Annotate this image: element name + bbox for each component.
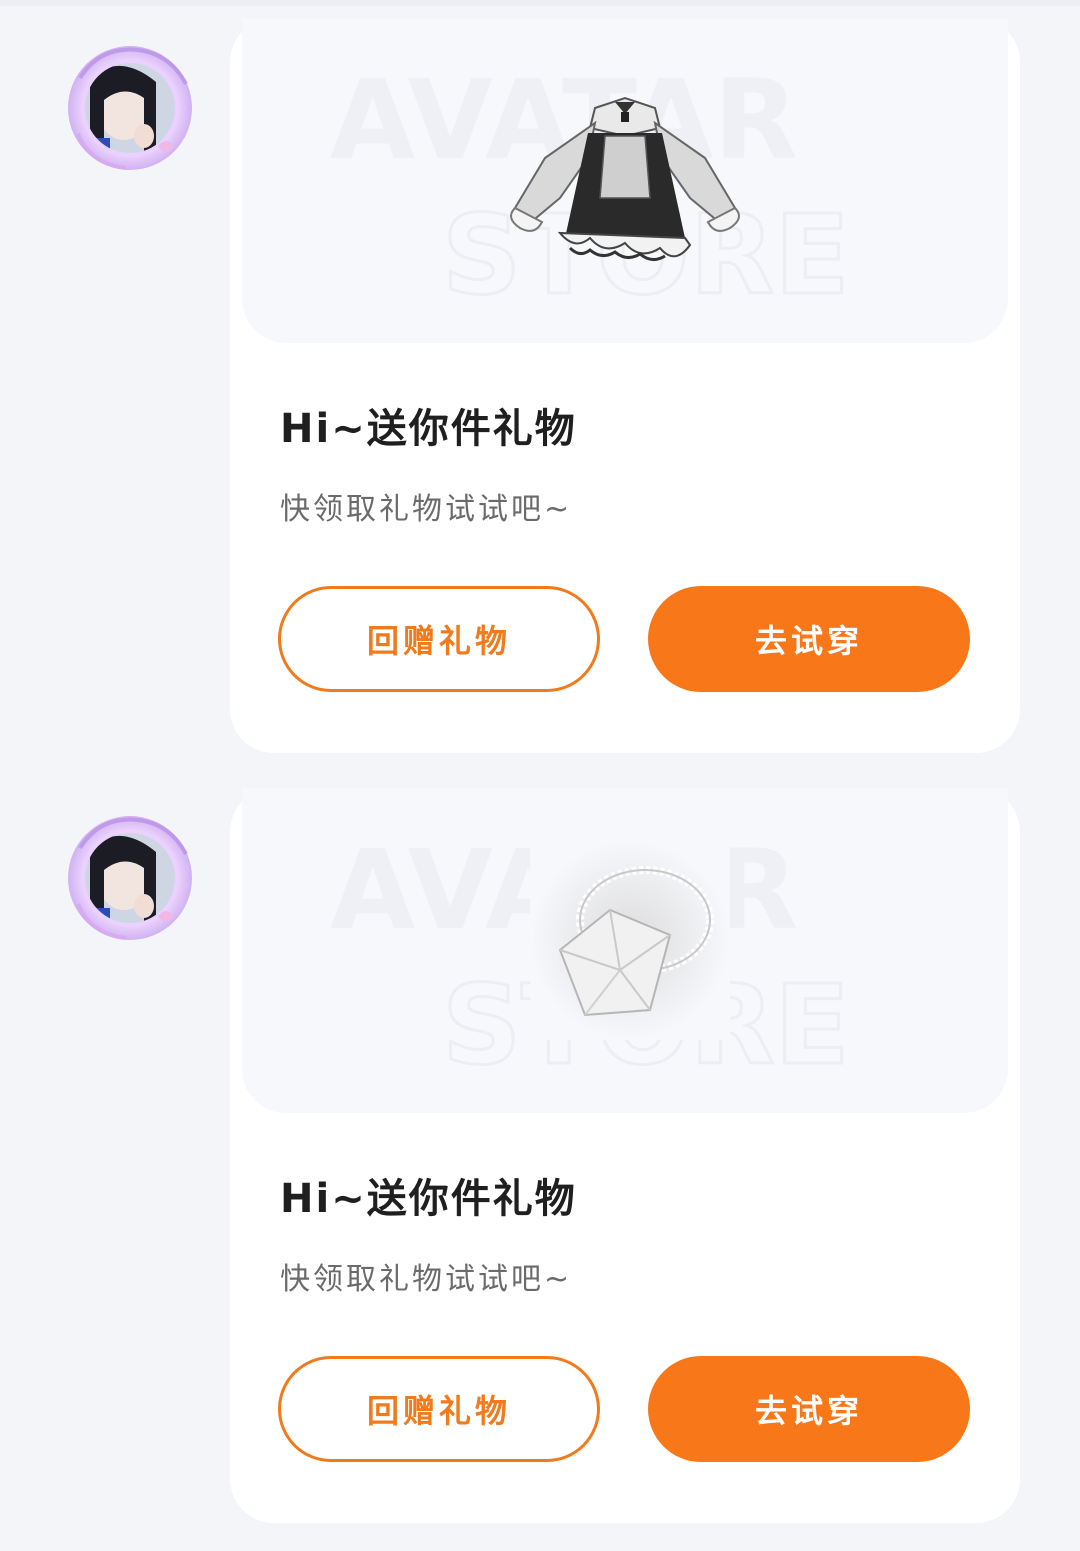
try-on-button[interactable]: 去试穿 <box>648 586 970 692</box>
item-preview: AVATAR STORE <box>242 788 1008 1113</box>
gift-title: Hi~送你件礼物 <box>280 406 577 452</box>
gift-back-button[interactable]: 回赠礼物 <box>278 586 600 692</box>
gift-back-button[interactable]: 回赠礼物 <box>278 1356 600 1462</box>
item-preview: AVATAR STORE <box>242 18 1008 343</box>
user-avatar-icon[interactable] <box>60 808 200 948</box>
try-on-button[interactable]: 去试穿 <box>648 1356 970 1462</box>
gift-title: Hi~送你件礼物 <box>280 1176 577 1222</box>
user-avatar-icon[interactable] <box>60 38 200 178</box>
top-divider <box>0 0 1080 6</box>
gift-card: AVATAR STORE Hi~送你件礼物 快领取礼物试试 <box>230 788 1020 1523</box>
gift-card: AVATAR STORE Hi~送你件礼物 快领取礼物试试吧~ 回赠礼物 去试穿 <box>230 18 1020 753</box>
crystal-ring-icon <box>530 840 730 1040</box>
gift-subtitle: 快领取礼物试试吧~ <box>280 492 573 527</box>
dress-icon <box>510 96 740 261</box>
gift-subtitle: 快领取礼物试试吧~ <box>280 1262 573 1297</box>
